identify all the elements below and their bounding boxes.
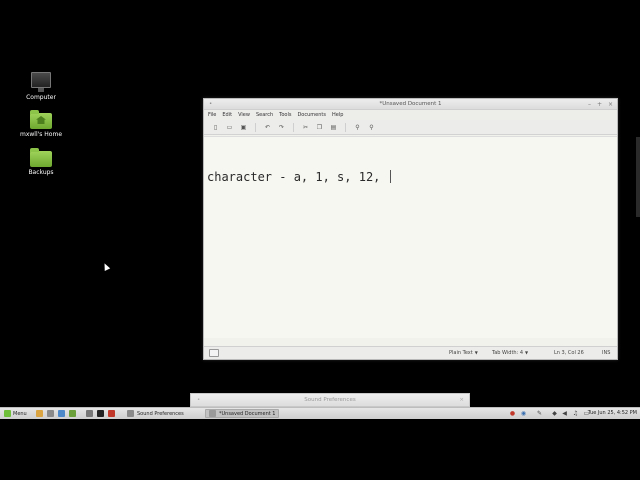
files-launcher-icon[interactable] bbox=[86, 410, 93, 417]
text-caret bbox=[389, 170, 391, 183]
terminal-launcher-icon[interactable] bbox=[97, 410, 104, 417]
network-icon[interactable]: ◉ bbox=[520, 410, 527, 417]
menu-documents[interactable]: Documents bbox=[297, 112, 326, 118]
pen-icon[interactable]: ✎ bbox=[536, 410, 543, 417]
find-replace-icon[interactable]: ⚲ bbox=[366, 122, 377, 133]
window-titlebar[interactable]: • *Unsaved Document 1 – + × bbox=[204, 99, 617, 110]
menu-file[interactable]: File bbox=[208, 112, 216, 118]
document-text: character - a, 1, s, 12, bbox=[207, 170, 388, 184]
window-menu-icon[interactable]: • bbox=[209, 99, 212, 110]
folder-icon bbox=[30, 148, 52, 167]
sound-preferences-window[interactable]: • Sound Preferences × bbox=[190, 393, 470, 407]
media-launcher-icon[interactable] bbox=[108, 410, 115, 417]
desktop-icon-label: mxwll's Home bbox=[19, 131, 63, 138]
status-bar: Plain Text ▼ Tab Width: 4 ▼ Ln 3, Col 26 I… bbox=[204, 346, 617, 359]
text-editor-window[interactable]: • *Unsaved Document 1 – + × File Edit Vi… bbox=[203, 98, 618, 360]
sound-app-icon bbox=[127, 410, 134, 417]
mouse-pointer bbox=[101, 262, 111, 271]
undo-icon[interactable]: ↶ bbox=[262, 122, 273, 133]
volume-icon[interactable]: ◀ bbox=[561, 410, 568, 417]
desktop-icon-home[interactable]: mxwll's Home bbox=[11, 110, 71, 138]
new-document-icon[interactable]: ▯ bbox=[210, 122, 221, 133]
desktop-icon-computer[interactable]: Computer bbox=[11, 72, 71, 101]
start-menu-button[interactable]: Menu bbox=[2, 409, 29, 418]
toolbar-divider bbox=[255, 122, 256, 132]
cut-icon[interactable]: ✂ bbox=[300, 122, 311, 133]
copy-icon[interactable]: ❐ bbox=[314, 122, 325, 133]
task-unsaved-document[interactable]: *Unsaved Document 1 bbox=[205, 409, 280, 418]
chevron-down-icon: ▼ bbox=[525, 350, 529, 355]
menu-bar: File Edit View Search Tools Documents He… bbox=[204, 110, 617, 120]
text-area[interactable]: character - a, 1, s, 12, bbox=[204, 136, 617, 338]
clock[interactable]: Tue Jun 25, 4:52 PM bbox=[588, 410, 637, 416]
maximize-icon[interactable]: + bbox=[597, 99, 602, 110]
cursor-position: Ln 3, Col 26 bbox=[554, 350, 584, 356]
firefox-launcher-icon[interactable] bbox=[36, 410, 43, 417]
desktop-icon-label: Backups bbox=[28, 169, 54, 176]
menu-edit[interactable]: Edit bbox=[222, 112, 232, 118]
file-manager-launcher-icon[interactable] bbox=[47, 410, 54, 417]
chevron-down-icon: ▼ bbox=[474, 350, 478, 355]
notifications-icon[interactable]: ♫ bbox=[572, 410, 579, 417]
toolbar: ▯ ▭ ▣ ↶ ↷ ✂ ❐ ▤ ⚲ ⚲ bbox=[204, 120, 617, 135]
recording-icon[interactable]: ● bbox=[509, 410, 516, 417]
task-sound-preferences[interactable]: Sound Preferences bbox=[124, 409, 187, 418]
redo-icon[interactable]: ↷ bbox=[276, 122, 287, 133]
mint-logo-icon bbox=[4, 410, 11, 417]
minimize-icon[interactable]: – bbox=[588, 99, 591, 110]
desktop-icon-label: Computer bbox=[26, 94, 56, 101]
close-icon[interactable]: × bbox=[459, 394, 464, 406]
close-icon[interactable]: × bbox=[608, 99, 613, 110]
browser-launcher-icon[interactable] bbox=[58, 410, 65, 417]
toolbar-divider bbox=[345, 122, 346, 132]
shield-icon[interactable]: ◆ bbox=[551, 410, 558, 417]
desktop-icon-backups[interactable]: Backups bbox=[11, 148, 71, 176]
computer-icon bbox=[31, 72, 51, 92]
taskbar: Menu Sound Preferences *Unsaved Document… bbox=[0, 407, 640, 419]
text-editor-app-icon bbox=[209, 410, 216, 417]
window-title: *Unsaved Document 1 bbox=[379, 101, 442, 107]
background-window-edge bbox=[636, 137, 640, 217]
home-folder-icon bbox=[30, 110, 52, 129]
menu-help[interactable]: Help bbox=[332, 112, 343, 118]
toolbar-divider bbox=[293, 122, 294, 132]
paste-icon[interactable]: ▤ bbox=[328, 122, 339, 133]
window-title: Sound Preferences bbox=[304, 397, 356, 403]
desktop: Computer mxwll's Home Backups • *Unsaved… bbox=[0, 0, 640, 480]
open-document-icon[interactable]: ▭ bbox=[224, 122, 235, 133]
save-document-icon[interactable]: ▣ bbox=[238, 122, 249, 133]
insert-mode: INS bbox=[602, 350, 611, 356]
language-selector[interactable]: Plain Text ▼ bbox=[449, 350, 478, 356]
menu-view[interactable]: View bbox=[238, 112, 250, 118]
menu-tools[interactable]: Tools bbox=[279, 112, 291, 118]
find-icon[interactable]: ⚲ bbox=[352, 122, 363, 133]
menu-search[interactable]: Search bbox=[256, 112, 273, 118]
document-text-line: character - a, 1, s, 12, bbox=[207, 170, 391, 184]
side-panel-toggle-icon[interactable] bbox=[209, 349, 219, 357]
software-launcher-icon[interactable] bbox=[69, 410, 76, 417]
tab-width-selector[interactable]: Tab Width: 4 ▼ bbox=[492, 350, 528, 356]
window-menu-icon[interactable]: • bbox=[197, 394, 200, 406]
